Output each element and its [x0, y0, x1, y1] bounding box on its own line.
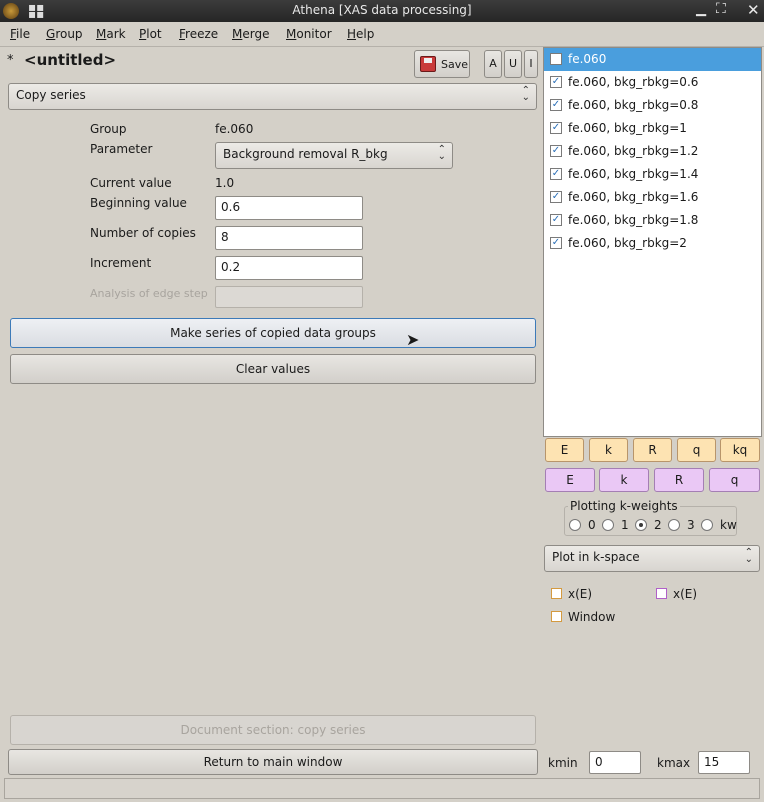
window-title: Athena [XAS data processing] — [292, 3, 472, 17]
list-item[interactable]: ✓ fe.060, bkg_rbkg=1 — [544, 117, 761, 140]
project-name: <untitled> — [24, 51, 117, 69]
title-bar: ▪▪ ▪▪ Athena [XAS data processing] ▁ ⛶ ✕ — [0, 0, 764, 22]
plot-marked-e-button[interactable]: E — [545, 468, 595, 492]
menu-monitor[interactable]: Monitor — [286, 27, 332, 41]
number-of-copies-input[interactable]: 8 — [215, 226, 363, 250]
xe-checkbox-purple[interactable] — [656, 588, 667, 599]
checkbox[interactable]: ✓ — [550, 99, 562, 111]
kweight-label-1: 1 — [621, 518, 629, 532]
a-button[interactable]: A — [484, 50, 502, 78]
kmin-input[interactable]: 0 — [589, 751, 641, 774]
group-value: fe.060 — [215, 122, 254, 136]
group-list[interactable]: fe.060 ✓ fe.060, bkg_rbkg=0.6 ✓ fe.060, bk… — [543, 47, 762, 437]
menu-bar: File Group Mark Plot Freeze Merge Monito… — [0, 24, 764, 46]
kweight-radio-0[interactable] — [569, 519, 581, 531]
floppy-icon — [420, 56, 436, 72]
list-item[interactable]: ✓ fe.060, bkg_rbkg=2 — [544, 232, 761, 255]
kmax-label: kmax — [657, 756, 691, 770]
kweight-radio-2[interactable] — [635, 519, 647, 531]
checkbox[interactable]: ✓ — [550, 122, 562, 134]
chevron-updown-icon: ⌃ ⌄ — [521, 85, 530, 103]
close-icon[interactable]: ✕ — [747, 1, 760, 19]
xe-checkbox-orange[interactable] — [551, 588, 562, 599]
plot-space-value: Plot in k-space — [552, 550, 640, 564]
edge-step-label: Analysis of edge step — [90, 287, 208, 300]
kmin-label: kmin — [548, 756, 578, 770]
checkbox[interactable]: ✓ — [550, 168, 562, 180]
plot-kq-button[interactable]: kq — [720, 438, 760, 462]
modified-marker: * — [7, 53, 14, 68]
window-label: Window — [568, 610, 616, 624]
plot-space-select[interactable]: Plot in k-space ⌃ ⌄ — [544, 545, 760, 572]
kweight-label-3: 3 — [687, 518, 695, 532]
increment-label: Increment — [90, 256, 152, 270]
u-button[interactable]: U — [504, 50, 522, 78]
menu-group[interactable]: Group — [46, 27, 83, 41]
xe-label-purple: x(E) — [673, 587, 698, 601]
checkbox[interactable] — [550, 53, 562, 65]
group-label: Group — [90, 122, 127, 136]
checkbox[interactable]: ✓ — [550, 76, 562, 88]
minimize-icon[interactable]: ▁ — [696, 2, 706, 17]
make-series-button[interactable]: Make series of copied data groups — [10, 318, 536, 348]
list-item[interactable]: ✓ fe.060, bkg_rbkg=1.8 — [544, 209, 761, 232]
kmax-input[interactable]: 15 — [698, 751, 750, 774]
menu-merge[interactable]: Merge — [232, 27, 269, 41]
kweight-radio-3[interactable] — [668, 519, 680, 531]
kweight-radio-1[interactable] — [602, 519, 614, 531]
kweights-title: Plotting k-weights — [568, 499, 680, 513]
plot-marked-q-button[interactable]: q — [709, 468, 760, 492]
kweight-radio-kw[interactable] — [701, 519, 713, 531]
kweight-label-kw: kw — [720, 518, 737, 532]
list-item[interactable]: ✓ fe.060, bkg_rbkg=0.8 — [544, 94, 761, 117]
number-of-copies-label: Number of copies — [90, 226, 196, 240]
plot-r-button[interactable]: R — [633, 438, 672, 462]
window-checkbox[interactable] — [551, 611, 562, 622]
i-button[interactable]: I — [524, 50, 538, 78]
list-item[interactable]: ✓ fe.060, bkg_rbkg=0.6 — [544, 71, 761, 94]
panel-selector[interactable]: Copy series ⌃ ⌄ — [8, 83, 537, 110]
beginning-value-input[interactable]: 0.6 — [215, 196, 363, 220]
menu-mark[interactable]: Mark — [96, 27, 126, 41]
plot-marked-k-button[interactable]: k — [599, 468, 649, 492]
checkbox[interactable]: ✓ — [550, 145, 562, 157]
parameter-label: Parameter — [90, 142, 153, 156]
edge-step-input — [215, 286, 363, 308]
plot-q-button[interactable]: q — [677, 438, 716, 462]
chevron-updown-icon: ⌃ ⌄ — [744, 547, 753, 565]
mouse-cursor-icon: ➤ — [406, 330, 420, 349]
parameter-select-value: Background removal R_bkg — [223, 147, 388, 161]
maximize-icon[interactable]: ⛶ — [716, 1, 726, 17]
menu-freeze[interactable]: Freeze — [179, 27, 218, 41]
clear-values-button[interactable]: Clear values — [10, 354, 536, 384]
document-section-button: Document section: copy series — [10, 715, 536, 745]
panel-selector-value: Copy series — [16, 88, 86, 102]
checkbox[interactable]: ✓ — [550, 191, 562, 203]
kweight-label-0: 0 — [588, 518, 596, 532]
menu-plot[interactable]: Plot — [139, 27, 162, 41]
status-bar — [4, 778, 760, 799]
menu-file[interactable]: File — [10, 27, 30, 41]
beginning-value-label: Beginning value — [90, 196, 187, 210]
list-item[interactable]: ✓ fe.060, bkg_rbkg=1.2 — [544, 140, 761, 163]
kweight-label-2: 2 — [654, 518, 662, 532]
increment-input[interactable]: 0.2 — [215, 256, 363, 280]
parameter-select[interactable]: Background removal R_bkg ⌃ ⌄ — [215, 142, 453, 169]
menu-help[interactable]: Help — [347, 27, 374, 41]
checkbox[interactable]: ✓ — [550, 214, 562, 226]
plot-marked-r-button[interactable]: R — [654, 468, 704, 492]
return-main-window-button[interactable]: Return to main window — [8, 749, 538, 775]
xe-label-orange: x(E) — [568, 587, 593, 601]
list-item[interactable]: fe.060 — [544, 48, 761, 71]
list-item[interactable]: ✓ fe.060, bkg_rbkg=1.4 — [544, 163, 761, 186]
chevron-updown-icon: ⌃ ⌄ — [437, 144, 446, 162]
current-value-label: Current value — [90, 176, 172, 190]
current-value: 1.0 — [215, 176, 235, 190]
plot-k-button[interactable]: k — [589, 438, 628, 462]
checkbox[interactable]: ✓ — [550, 237, 562, 249]
list-item[interactable]: ✓ fe.060, bkg_rbkg=1.6 — [544, 186, 761, 209]
plot-e-button[interactable]: E — [545, 438, 584, 462]
save-button[interactable]: Save — [414, 50, 470, 78]
save-label: Save — [441, 58, 469, 71]
